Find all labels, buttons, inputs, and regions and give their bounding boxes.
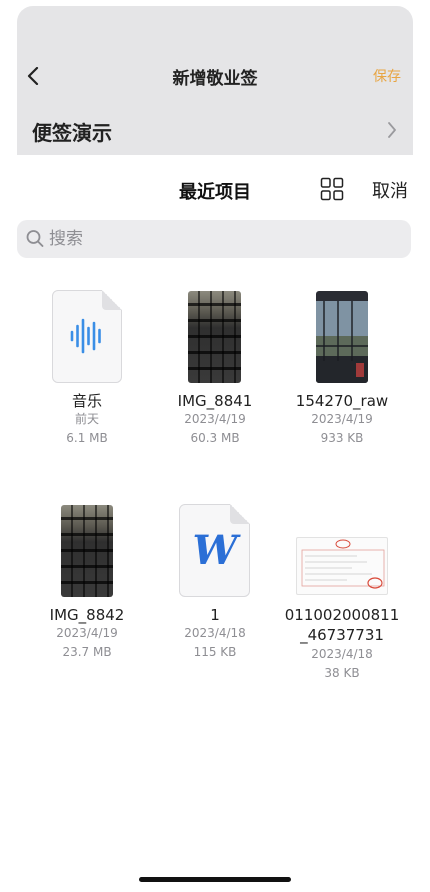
file-name-line2: _46737731 [300, 626, 384, 644]
file-picker-sheet: 最近项目 取消 搜索 音乐 前天 6.1 MB IMG_8841 2023/4/… [0, 155, 430, 892]
grid-view-icon[interactable] [320, 177, 344, 201]
picker-title: 最近项目 [179, 182, 251, 203]
word-file-thumbnail: W [179, 504, 250, 597]
file-size: 115 KB [193, 645, 237, 659]
chevron-right-icon [384, 120, 400, 140]
file-name: 1 [210, 606, 220, 624]
file-date: 2023/4/19 [311, 412, 373, 426]
file-item-154270-raw[interactable]: 154270_raw 2023/4/19 933 KB [277, 290, 407, 455]
file-name: IMG_8841 [177, 392, 253, 410]
invoice-image [301, 539, 385, 589]
file-size: 6.1 MB [66, 431, 108, 445]
background-page-title: 新增敬业签 [172, 69, 258, 89]
cancel-button[interactable]: 取消 [372, 177, 408, 203]
window-photo [316, 301, 368, 383]
file-size: 23.7 MB [62, 645, 112, 659]
home-indicator[interactable] [139, 877, 291, 882]
search-input[interactable] [49, 220, 399, 258]
file-size: 38 KB [324, 666, 360, 680]
word-icon: W [192, 527, 238, 574]
file-date: 2023/4/18 [311, 647, 373, 661]
page-fold [230, 504, 250, 524]
file-size: 933 KB [320, 431, 364, 445]
audio-waveform-icon [70, 318, 101, 354]
file-name: 音乐 [71, 392, 102, 410]
photo-thumbnail [316, 291, 368, 383]
file-item-img-8841[interactable]: IMG_8841 2023/4/19 60.3 MB [150, 290, 280, 455]
file-item-music[interactable]: 音乐 前天 6.1 MB [22, 290, 152, 455]
note-row-label[interactable]: 便签演示 [32, 117, 112, 146]
file-date: 2023/4/19 [184, 412, 246, 426]
file-date: 2023/4/19 [56, 626, 118, 640]
file-item-1[interactable]: W 1 2023/4/18 115 KB [150, 504, 280, 669]
file-date: 前天 [74, 412, 99, 426]
file-name: IMG_8842 [49, 606, 125, 624]
file-item-invoice[interactable]: 011002000811 _46737731 2023/4/18 38 KB [277, 504, 407, 694]
file-date: 2023/4/18 [184, 626, 246, 640]
audio-file-thumbnail [52, 290, 122, 383]
photo-thumbnail [188, 291, 241, 383]
file-item-img-8842[interactable]: IMG_8842 2023/4/19 23.7 MB [22, 504, 152, 669]
file-name: 154270_raw [295, 392, 389, 410]
save-button[interactable]: 保存 [373, 66, 401, 86]
file-name: 011002000811 [284, 606, 400, 624]
search-icon [26, 230, 44, 247]
file-size: 60.3 MB [190, 431, 240, 445]
invoice-thumbnail [296, 537, 388, 595]
search-bar[interactable] [17, 220, 411, 258]
photo-thumbnail [61, 505, 113, 597]
